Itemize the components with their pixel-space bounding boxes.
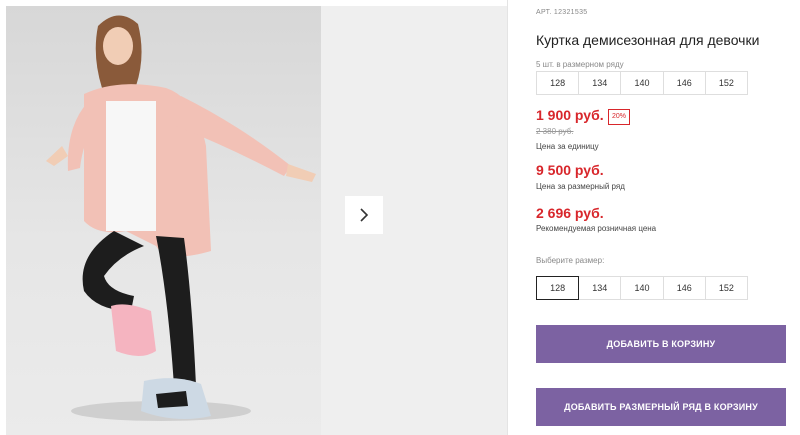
size-range-item: 146 (662, 71, 706, 95)
unit-price-note: Цена за единицу (536, 142, 599, 151)
size-option-140[interactable]: 140 (620, 276, 664, 300)
gallery-next-button[interactable] (345, 196, 383, 234)
old-price: 2 380 руб. (536, 127, 574, 136)
panel-divider (507, 0, 508, 435)
size-option-152[interactable]: 152 (704, 276, 749, 300)
size-option-146[interactable]: 146 (662, 276, 706, 300)
size-range-label: 5 шт. в размерном ряду (536, 60, 624, 69)
retail-price-note: Рекомендуемая розничная цена (536, 224, 657, 233)
product-page: АРТ. 12321535 Куртка демисезонная для де… (0, 0, 800, 435)
choose-size-label: Выберите размер: (536, 256, 605, 265)
size-selector: 128 134 140 146 152 (536, 276, 749, 300)
size-range-item: 140 (620, 71, 664, 95)
size-range-item: 128 (536, 71, 580, 95)
unit-price: 1 900 руб. (536, 107, 604, 123)
chevron-right-icon (360, 208, 369, 222)
range-price-note: Цена за размерный ряд (536, 182, 625, 191)
girl-in-jacket-illustration (46, 15, 316, 421)
product-photo[interactable] (6, 6, 321, 435)
size-option-128[interactable]: 128 (536, 276, 580, 300)
range-price: 9 500 руб. (536, 162, 604, 178)
size-option-134[interactable]: 134 (578, 276, 622, 300)
article-number: АРТ. 12321535 (536, 9, 588, 16)
discount-badge: 20% (608, 109, 631, 125)
product-title: Куртка демисезонная для девочки (536, 32, 760, 48)
add-size-range-to-cart-button[interactable]: ДОБАВИТЬ РАЗМЕРНЫЙ РЯД В КОРЗИНУ (536, 388, 786, 426)
size-range-item: 134 (578, 71, 622, 95)
add-to-cart-button[interactable]: ДОБАВИТЬ В КОРЗИНУ (536, 325, 786, 363)
size-range-list: 128 134 140 146 152 (536, 71, 749, 95)
retail-price: 2 696 руб. (536, 205, 604, 221)
size-range-item: 152 (704, 71, 749, 95)
product-gallery (6, 6, 507, 435)
